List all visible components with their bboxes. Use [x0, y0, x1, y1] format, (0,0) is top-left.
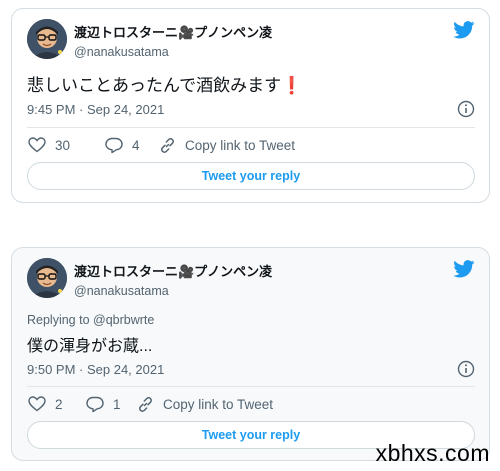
- reply-action-button[interactable]: 4: [105, 134, 140, 156]
- like-count: 2: [55, 396, 63, 412]
- tweet-actions: 30 4 Copy link to Tweet: [28, 134, 475, 156]
- link-icon: [161, 137, 174, 153]
- reply-action-button[interactable]: 1: [86, 393, 121, 415]
- reply-bubble-icon: [105, 137, 123, 153]
- tweet-actions: 2 1 Copy link to Tweet: [28, 393, 475, 415]
- reply-count: 4: [132, 137, 140, 153]
- tweet-your-reply-button[interactable]: Tweet your reply: [27, 162, 475, 190]
- like-count: 30: [55, 137, 71, 153]
- tweet-header: 渡辺トロスターニ🎥プノンペン凌 @nanakusatama: [27, 258, 475, 298]
- tweet-text: 悲しいことあったんで酒飲みます❗️: [27, 76, 303, 95]
- tweet-header: 渡辺トロスターニ🎥プノンペン凌 @nanakusatama: [27, 19, 475, 59]
- copy-link-label: Copy link to Tweet: [185, 137, 296, 153]
- like-button[interactable]: 30: [28, 134, 70, 156]
- twitter-bird-icon[interactable]: [453, 260, 475, 278]
- copy-link-button[interactable]: Copy link to Tweet: [137, 393, 273, 415]
- replying-to[interactable]: Replying to @qbrbwrte: [27, 313, 154, 327]
- twitter-bird-icon[interactable]: [453, 21, 475, 39]
- heart-icon: [28, 396, 46, 412]
- display-name[interactable]: 渡辺トロスターニ🎥プノンペン凌: [74, 261, 272, 280]
- tweet-card[interactable]: 渡辺トロスターニ🎥プノンペン凌 @nanakusatama 悲しいことあったんで…: [11, 8, 490, 203]
- timestamp[interactable]: 9:45 PM · Sep 24, 2021: [27, 102, 164, 117]
- heart-icon: [28, 137, 46, 153]
- divider: [27, 386, 475, 387]
- handle[interactable]: @nanakusatama: [74, 284, 272, 298]
- tweet-text: 僕の渾身がお蔵...: [27, 338, 153, 355]
- info-icon[interactable]: [457, 360, 475, 378]
- avatar[interactable]: [27, 258, 67, 298]
- divider: [27, 127, 475, 128]
- copy-link-button[interactable]: Copy link to Tweet: [159, 134, 295, 156]
- display-name[interactable]: 渡辺トロスターニ🎥プノンペン凌: [74, 22, 272, 41]
- tweet-card[interactable]: 渡辺トロスターニ🎥プノンペン凌 @nanakusatama Replying t…: [11, 247, 490, 461]
- link-icon: [139, 396, 152, 412]
- copy-link-label: Copy link to Tweet: [163, 396, 274, 412]
- reply-count: 1: [113, 396, 121, 412]
- watermark: xbhxs.com: [375, 440, 490, 466]
- handle[interactable]: @nanakusatama: [74, 45, 272, 59]
- info-icon[interactable]: [457, 100, 475, 118]
- like-button[interactable]: 2: [28, 393, 63, 415]
- tweet-timestamp-row: 9:45 PM · Sep 24, 2021: [27, 100, 475, 118]
- timestamp[interactable]: 9:50 PM · Sep 24, 2021: [27, 362, 164, 377]
- avatar[interactable]: [27, 19, 67, 59]
- reply-bubble-icon: [86, 396, 104, 412]
- tweet-timestamp-row: 9:50 PM · Sep 24, 2021: [27, 360, 475, 378]
